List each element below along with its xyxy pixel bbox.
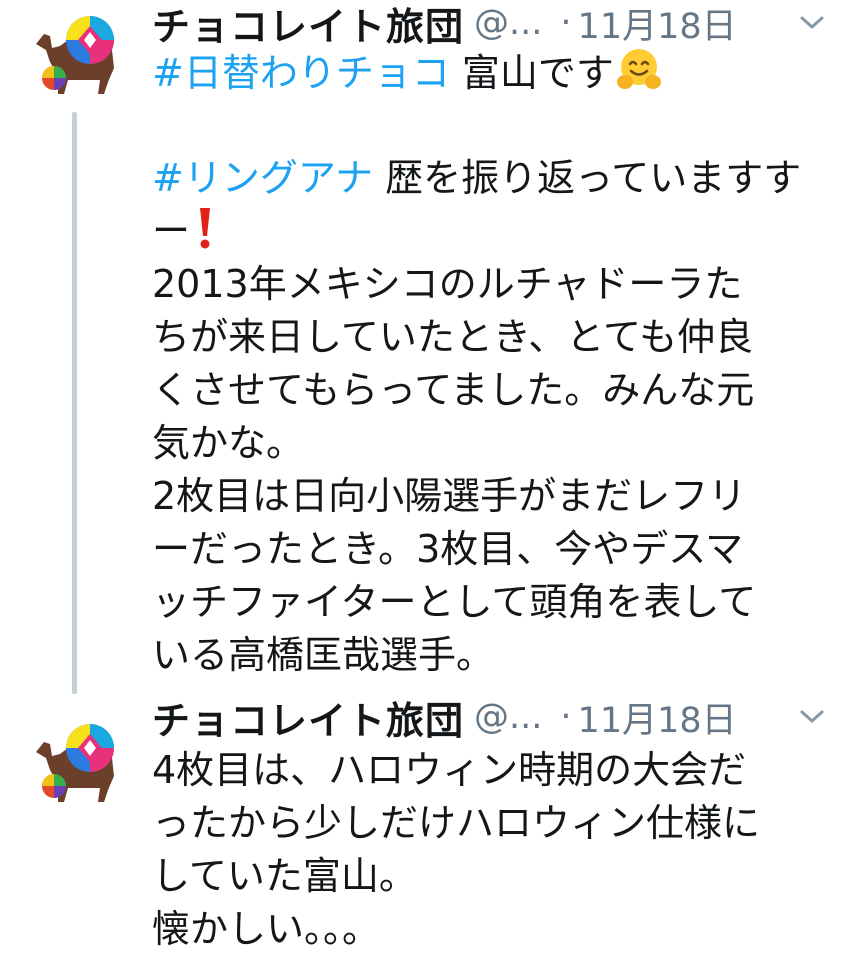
- text-line: ちが来日していたとき、とても仲良: [152, 315, 754, 359]
- text-line: 気かな。: [152, 421, 305, 465]
- separator: ·: [560, 697, 572, 737]
- avatar[interactable]: [28, 710, 122, 804]
- text-line: ッチファイターとして頭角を表して: [152, 580, 757, 624]
- tweet-header: チョコレイト旅団 @... · 11月18日: [152, 692, 828, 743]
- text-line: ったから少しだけハロウィン仕様に: [152, 801, 761, 845]
- author-handle[interactable]: @...: [474, 3, 542, 43]
- text-line: していた富山。: [152, 854, 417, 898]
- text-segment: 歴を振り返っていますす: [373, 156, 802, 200]
- hashtag-link[interactable]: #リングアナ: [152, 156, 373, 200]
- author-handle[interactable]: @...: [474, 697, 542, 737]
- tweet-date[interactable]: 11月18日: [578, 0, 737, 49]
- hashtag-link[interactable]: #日替わりチョコ: [152, 51, 450, 95]
- tweet-date[interactable]: 11月18日: [578, 692, 737, 743]
- avatar[interactable]: [28, 2, 122, 96]
- text-line: 懐かしい。。。: [152, 907, 381, 951]
- author-name[interactable]: チョコレイト旅団: [152, 690, 464, 745]
- tweet-header: チョコレイト旅団 @... · 11月18日: [152, 0, 828, 49]
- text-segment: 富山です: [449, 51, 614, 95]
- text-line: ー: [152, 205, 824, 258]
- separator: ·: [560, 3, 572, 43]
- text-line: くさせてもらってました。みんな元: [152, 368, 755, 412]
- tweet[interactable]: チョコレイト旅団 @... · 11月18日 4枚目は、ハロウィン時期の大会だ …: [0, 694, 844, 960]
- chevron-down-icon[interactable]: [796, 7, 828, 39]
- text-line: 2013年メキシコのルチャドーラた: [152, 262, 743, 306]
- exclamation-icon: [196, 206, 214, 264]
- text-line: #リングアナ 歴を振り返っていますす: [152, 152, 824, 205]
- text-line: #日替わりチョコ 富山です: [152, 46, 824, 99]
- text-line: 4枚目は、ハロウィン時期の大会だ: [152, 748, 747, 792]
- tweet-text: 4枚目は、ハロウィン時期の大会だ ったから少しだけハロウィン仕様に していた富山…: [152, 744, 824, 956]
- text-line: いる高橋匡哉選手。: [152, 633, 495, 677]
- tweet-text: #日替わりチョコ 富山です #リングアナ 歴を振り返っていますす ー 2013年…: [152, 46, 824, 682]
- thread-line: [72, 112, 77, 694]
- text-line: 2枚目は日向小陽選手がまだレフリ: [152, 474, 747, 518]
- hugging-face-icon: [616, 46, 662, 106]
- author-name[interactable]: チョコレイト旅団: [152, 0, 464, 51]
- text-segment: ー: [152, 209, 191, 253]
- text-line: ーだったとき。3枚目、今やデスマ: [152, 527, 744, 571]
- tweet[interactable]: チョコレイト旅団 @... · 11月18日 #日替わりチョコ 富山です #リン…: [0, 0, 844, 700]
- chevron-down-icon[interactable]: [796, 701, 828, 733]
